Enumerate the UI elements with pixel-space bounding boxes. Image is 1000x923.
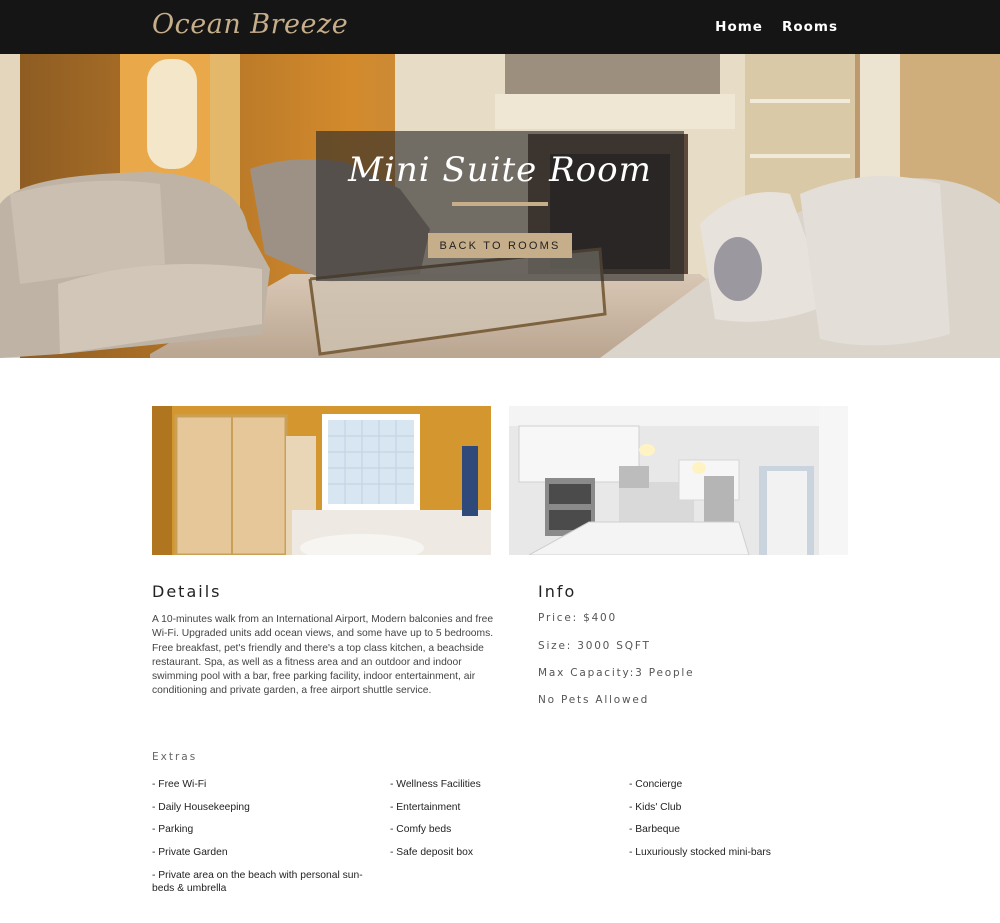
bathroom-image: [152, 406, 491, 555]
title-underline: [452, 202, 548, 206]
kitchen-image: [509, 406, 848, 555]
info-pets: No Pets Allowed: [538, 694, 650, 706]
nav-link-rooms[interactable]: Rooms: [782, 19, 838, 35]
extra-item: - Wellness Facilities: [390, 779, 481, 790]
details-description: A 10-minutes walk from an International …: [152, 614, 494, 697]
nav-links: Home Rooms: [715, 19, 838, 35]
extra-item: - Comfy beds: [390, 824, 452, 835]
extra-item: - Kids' Club: [629, 802, 682, 813]
page-title: Mini Suite Room: [348, 150, 652, 190]
extra-item: - Daily Housekeeping: [152, 802, 250, 813]
info-price: Price: $400: [538, 612, 618, 624]
extra-item: - Safe deposit box: [390, 847, 473, 858]
back-to-rooms-button[interactable]: BACK TO ROOMS: [428, 233, 572, 258]
extra-item: - Luxuriously stocked mini-bars: [629, 847, 771, 858]
extra-item: - Entertainment: [390, 802, 461, 813]
hero-title-banner: Mini Suite Room BACK TO ROOMS: [316, 131, 684, 281]
extras-title: Extras: [152, 751, 198, 763]
extra-item: - Barbeque: [629, 824, 680, 835]
nav-link-home[interactable]: Home: [715, 19, 763, 35]
info-capacity: Max Capacity:3 People: [538, 667, 695, 679]
extra-item: - Parking: [152, 824, 194, 835]
details-heading: Details: [152, 582, 222, 601]
extra-item: - Private Garden: [152, 847, 228, 858]
extra-item: - Free Wi-Fi: [152, 779, 207, 790]
navbar: Ocean Breeze Home Rooms: [0, 0, 1000, 54]
info-size: Size: 3000 SQFT: [538, 640, 651, 652]
extra-item: - Concierge: [629, 779, 683, 790]
extra-item: - Private area on the beach with persona…: [152, 870, 363, 894]
brand-logo-link[interactable]: Ocean Breeze: [152, 9, 348, 40]
info-heading: Info: [538, 582, 577, 601]
hero-section: Mini Suite Room BACK TO ROOMS: [0, 54, 1000, 358]
